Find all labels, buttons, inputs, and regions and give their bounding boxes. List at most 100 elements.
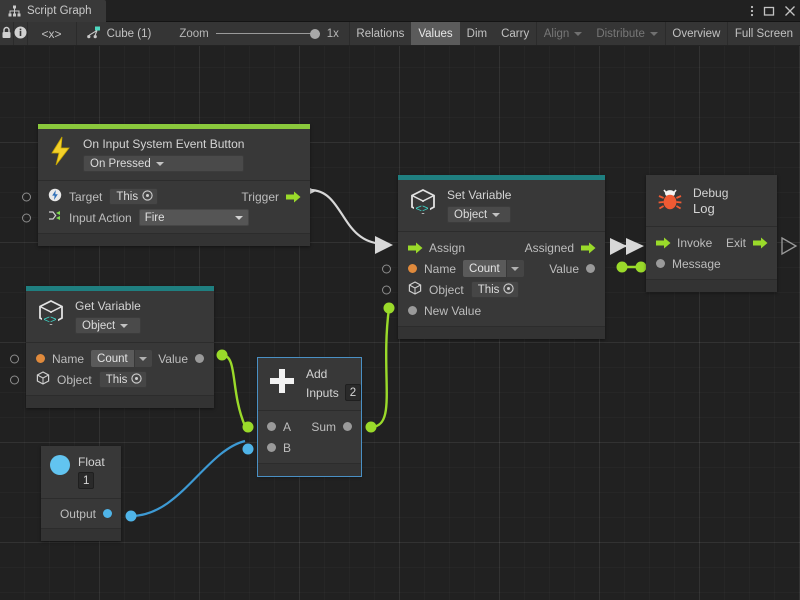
- graph-canvas[interactable]: On Input System Event Button On Pressed: [0, 46, 800, 600]
- row-object-label: Object: [57, 373, 92, 387]
- port-name-input[interactable]: [10, 354, 19, 363]
- node-body: Assign Assigned Name C: [398, 232, 605, 326]
- port-output[interactable]: [103, 509, 112, 518]
- float-value-field[interactable]: 1: [78, 472, 94, 489]
- port-new-value-input[interactable]: [408, 306, 417, 315]
- port-exit-output[interactable]: [753, 237, 767, 249]
- target-picker-icon[interactable]: [142, 190, 153, 204]
- setvar-name-combo[interactable]: Count: [463, 260, 524, 277]
- node-get-variable[interactable]: <> Get Variable Object Name: [26, 286, 214, 408]
- port-b-input[interactable]: [267, 443, 276, 452]
- port-message-input[interactable]: [656, 259, 665, 268]
- port-name-dot[interactable]: [36, 354, 45, 363]
- getvar-name-combo[interactable]: Count: [91, 350, 152, 367]
- wire-arrow-assign-end: [375, 236, 393, 254]
- getvar-object-value: This: [106, 374, 128, 386]
- port-name-dot[interactable]: [408, 264, 417, 273]
- row-invoke-label: Invoke: [677, 236, 712, 250]
- target-value-field[interactable]: This: [109, 188, 158, 205]
- port-a-input[interactable]: [267, 422, 276, 431]
- port-trigger-output[interactable]: [286, 191, 300, 203]
- wire-trigger-to-assign: [310, 190, 385, 244]
- toolbar-align-label: Align: [544, 28, 570, 40]
- svg-text:<>: <>: [415, 204, 428, 216]
- node-set-variable[interactable]: <> Set Variable Object: [398, 175, 605, 339]
- node-add[interactable]: Add Inputs 2 A Sum: [258, 358, 361, 476]
- node-title-line1: Add: [306, 367, 361, 381]
- input-action-dropdown[interactable]: Fire: [139, 209, 249, 226]
- zoom-control[interactable]: Zoom 1x: [165, 22, 349, 45]
- setvar-object-field[interactable]: This: [471, 281, 520, 298]
- node-header: Add Inputs 2: [258, 358, 361, 410]
- port-target-input[interactable]: [22, 192, 31, 201]
- target-object-label: Cube (1): [107, 28, 152, 40]
- row-message-label: Message: [672, 257, 721, 271]
- chevron-down-icon: [139, 357, 147, 361]
- port-input-action-input[interactable]: [22, 213, 31, 222]
- toolbar-align[interactable]: Align: [537, 22, 590, 45]
- setvar-name-dropdown-button[interactable]: [506, 260, 524, 277]
- code-toggle-button[interactable]: <x>: [27, 22, 76, 45]
- zoom-slider[interactable]: [216, 29, 320, 39]
- getvar-scope-dropdown[interactable]: Object: [75, 317, 141, 334]
- info-button[interactable]: [14, 22, 27, 45]
- port-object-input[interactable]: [10, 375, 19, 384]
- toolbar-carry[interactable]: Carry: [494, 22, 536, 45]
- port-invoke-input[interactable]: [656, 237, 670, 249]
- port-sum-output[interactable]: [343, 422, 352, 431]
- svg-text:<>: <>: [43, 315, 56, 327]
- setvar-scope-dropdown[interactable]: Object: [447, 206, 511, 223]
- toolbar-fullscreen[interactable]: Full Screen: [728, 22, 800, 45]
- lock-button[interactable]: [0, 22, 13, 45]
- wire-dot-add-a: [243, 422, 254, 433]
- getvar-object-field[interactable]: This: [99, 371, 148, 388]
- node-body: Name Count Value: [26, 343, 214, 395]
- port-name-input[interactable]: [382, 264, 391, 273]
- getvar-name-dropdown-button[interactable]: [134, 350, 152, 367]
- port-object-input[interactable]: [382, 285, 391, 294]
- toolbar-distribute[interactable]: Distribute: [589, 22, 665, 45]
- port-exit-outline-arrow[interactable]: [782, 238, 796, 254]
- target-object-icon: [48, 188, 62, 205]
- tab-label: Script Graph: [27, 5, 92, 17]
- toolbar-relations[interactable]: Relations: [349, 22, 411, 45]
- toolbar-relations-label: Relations: [356, 28, 404, 40]
- port-value-output[interactable]: [195, 354, 204, 363]
- node-title: Set Variable: [447, 188, 511, 202]
- node-title: Get Variable: [75, 299, 141, 313]
- row-name: Name Count Value: [26, 348, 214, 369]
- add-inputs-count-field[interactable]: 2: [345, 384, 361, 401]
- wire-dot-getvar-value: [217, 350, 228, 361]
- wire-getvar-to-add-a: [222, 355, 245, 426]
- getvar-scope-label: Object: [82, 320, 115, 332]
- toolbar-dim[interactable]: Dim: [460, 22, 494, 45]
- port-value-output[interactable]: [586, 264, 595, 273]
- zoom-slider-knob[interactable]: [310, 29, 320, 39]
- input-action-icon: [48, 209, 62, 226]
- node-debug-log[interactable]: Debug Log Invoke Exit: [646, 175, 777, 292]
- port-output-label: Output: [60, 507, 96, 521]
- port-trigger-label: Trigger: [241, 190, 279, 204]
- object-picker-icon[interactable]: [503, 283, 514, 297]
- zoom-label: Zoom: [179, 28, 208, 40]
- port-assign-input[interactable]: [408, 242, 422, 254]
- row-a-label: A: [283, 420, 291, 434]
- graph-toolbar: <x> Cube (1) Zoom 1x Relati: [0, 22, 800, 46]
- maximize-icon[interactable]: [763, 5, 775, 17]
- port-assigned-output[interactable]: [581, 242, 595, 254]
- node-float[interactable]: Float 1 Output: [41, 446, 121, 541]
- node-on-input-system-event-button[interactable]: On Input System Event Button On Pressed: [38, 124, 310, 246]
- wire-dot-newvalue: [384, 303, 395, 314]
- port-value-label: Value: [158, 352, 188, 366]
- row-target-label: Target: [69, 190, 102, 204]
- toolbar-carry-label: Carry: [501, 28, 529, 40]
- close-icon[interactable]: [784, 5, 796, 17]
- target-object-button[interactable]: Cube (1): [77, 22, 166, 45]
- toolbar-values[interactable]: Values: [411, 22, 459, 45]
- object-picker-icon[interactable]: [131, 373, 142, 387]
- event-mode-dropdown[interactable]: On Pressed: [83, 155, 244, 172]
- kebab-menu-icon[interactable]: [750, 4, 754, 18]
- tab-script-graph[interactable]: Script Graph: [0, 0, 106, 22]
- row-input-action: Input Action Fire: [38, 207, 310, 228]
- toolbar-overview[interactable]: Overview: [665, 22, 727, 45]
